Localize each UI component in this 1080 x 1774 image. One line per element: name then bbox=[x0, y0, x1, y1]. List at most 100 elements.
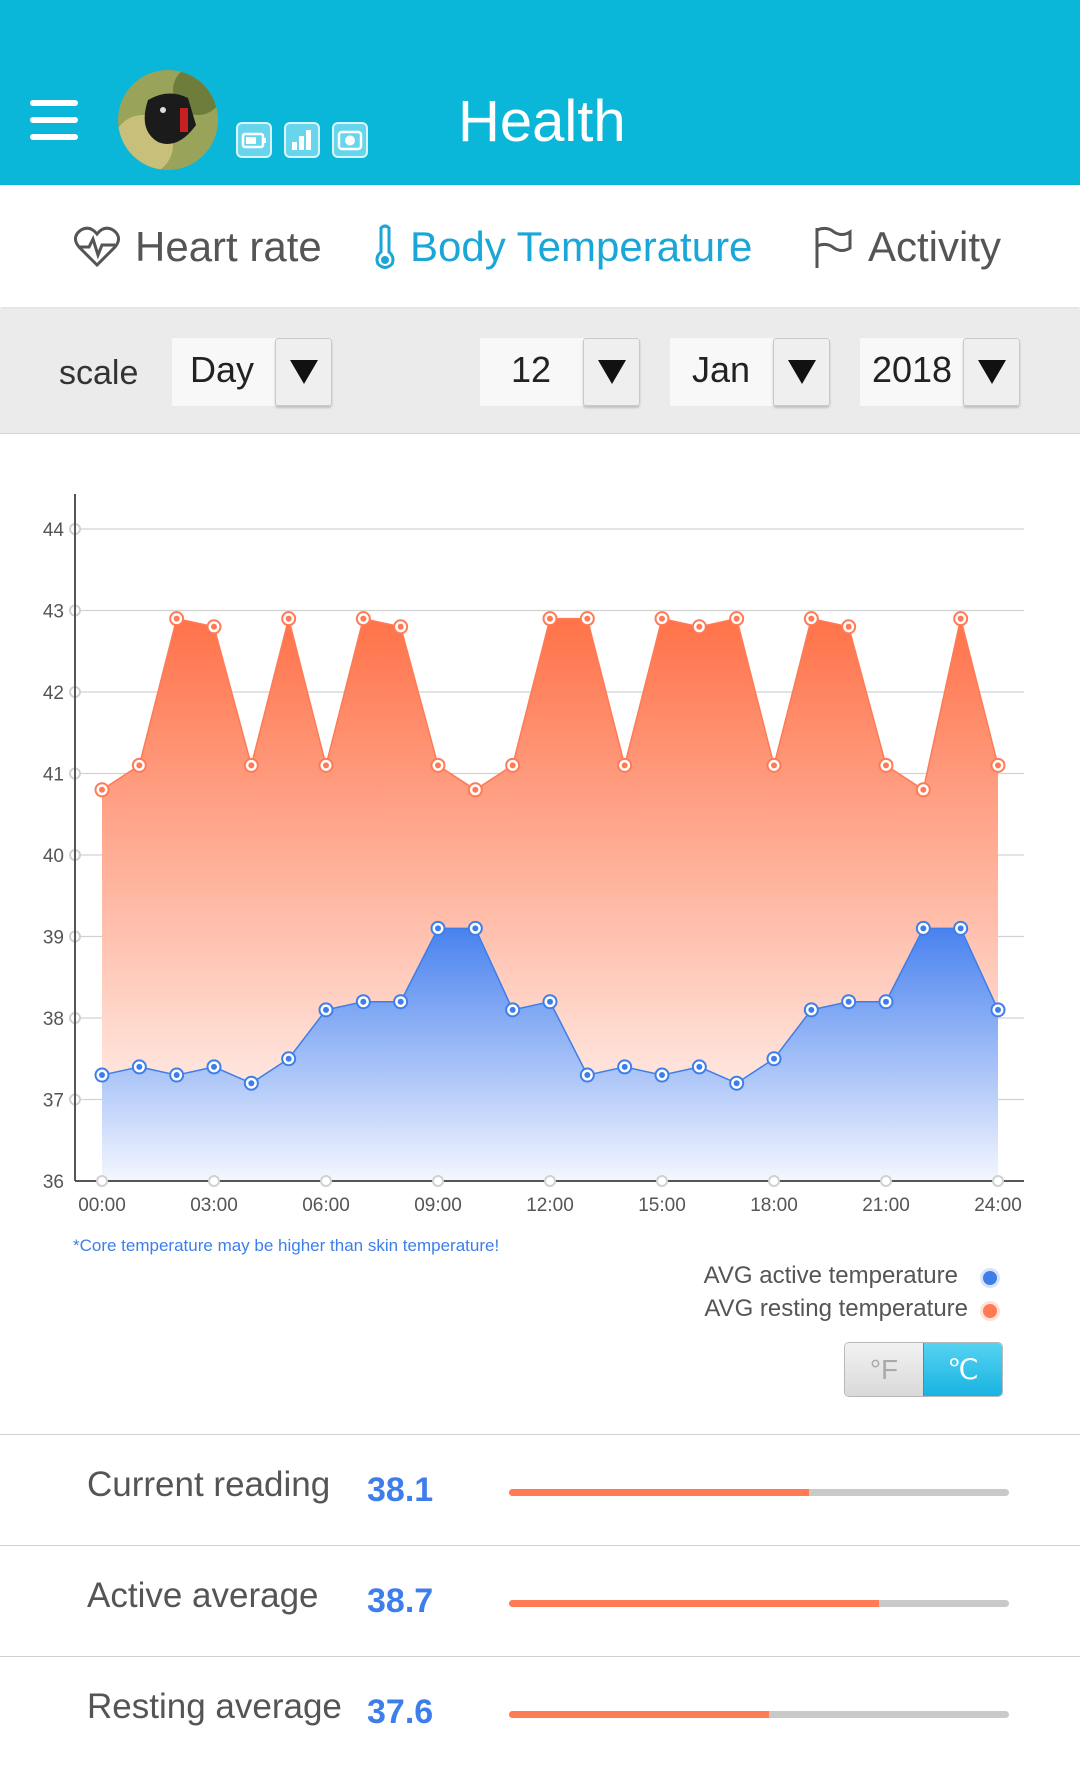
camera-icon[interactable] bbox=[332, 122, 368, 158]
active-point-dot bbox=[248, 1080, 255, 1087]
active-point-dot bbox=[472, 925, 479, 932]
x-tick-label: 09:00 bbox=[414, 1195, 462, 1216]
active-point-dot bbox=[995, 1006, 1001, 1013]
stat-value: 38.7 bbox=[367, 1582, 434, 1620]
stat-value: 37.6 bbox=[367, 1693, 434, 1731]
scale-label: scale bbox=[59, 354, 139, 392]
resting-point-dot bbox=[920, 786, 927, 793]
active-point-dot bbox=[659, 1072, 665, 1079]
signal-icon[interactable] bbox=[284, 122, 320, 158]
y-tick-label: 41 bbox=[43, 765, 64, 786]
resting-point-dot bbox=[621, 762, 628, 769]
x-tick-label: 12:00 bbox=[526, 1195, 574, 1216]
resting-point-dot bbox=[659, 615, 665, 622]
y-tick-label: 36 bbox=[43, 1172, 64, 1193]
year-value: 2018 bbox=[871, 349, 953, 390]
avatar[interactable] bbox=[118, 70, 218, 170]
active-point-dot bbox=[920, 925, 927, 932]
chevron-down-icon[interactable] bbox=[963, 338, 1020, 406]
flag-icon bbox=[815, 226, 852, 268]
unit-toggle[interactable]: °F ℃ bbox=[844, 1342, 1003, 1397]
active-point-dot bbox=[323, 1006, 329, 1013]
legend-item-resting: AVG resting temperature bbox=[704, 1295, 968, 1322]
tab-activity[interactable]: Activity bbox=[812, 223, 1001, 271]
x-tick-label: 03:00 bbox=[190, 1195, 238, 1216]
resting-point-dot bbox=[173, 615, 180, 622]
tab-heart-rate[interactable]: Heart rate bbox=[73, 223, 322, 271]
month-select[interactable]: Jan bbox=[670, 338, 830, 406]
stat-row-resting: Resting average 37.6 bbox=[0, 1656, 1080, 1767]
resting-point-dot bbox=[360, 615, 367, 622]
resting-point-dot bbox=[733, 615, 740, 622]
resting-point-dot bbox=[99, 786, 105, 793]
tab-body-temperature[interactable]: Body Temperature bbox=[374, 223, 752, 271]
y-tick-label: 42 bbox=[43, 683, 64, 704]
legend-dot-active bbox=[983, 1271, 997, 1285]
x-tick-marker bbox=[992, 1175, 1004, 1187]
resting-point-dot bbox=[845, 623, 852, 630]
tab-bar: Heart rate Body Temperature Activity bbox=[0, 185, 1080, 307]
month-value: Jan bbox=[691, 349, 751, 390]
active-point-dot bbox=[771, 1055, 777, 1062]
resting-point-dot bbox=[435, 762, 441, 769]
year-select[interactable]: 2018 bbox=[860, 338, 1020, 406]
y-tick-label: 43 bbox=[43, 602, 64, 623]
resting-point-dot bbox=[995, 762, 1001, 769]
chevron-down-icon[interactable] bbox=[275, 338, 332, 406]
active-point-dot bbox=[136, 1063, 143, 1070]
active-point-dot bbox=[584, 1072, 591, 1079]
chart-note: *Core temperature may be higher than ski… bbox=[73, 1236, 500, 1255]
scale-value: Day bbox=[189, 349, 255, 390]
stat-progress-bar bbox=[509, 1489, 1009, 1496]
active-point-dot bbox=[397, 998, 404, 1005]
stat-row-active: Active average 38.7 bbox=[0, 1545, 1080, 1656]
resting-point-dot bbox=[771, 762, 777, 769]
x-tick-marker bbox=[432, 1175, 444, 1187]
tab-label: Body Temperature bbox=[410, 223, 753, 270]
y-tick-label: 44 bbox=[43, 520, 65, 541]
chevron-down-icon[interactable] bbox=[583, 338, 640, 406]
resting-point-dot bbox=[136, 762, 143, 769]
stat-row-current: Current reading 38.1 bbox=[0, 1434, 1080, 1545]
fahrenheit-button[interactable]: °F bbox=[845, 1343, 923, 1396]
x-tick-label: 18:00 bbox=[750, 1195, 798, 1216]
active-point-dot bbox=[733, 1080, 740, 1087]
thermometer-icon bbox=[375, 224, 395, 269]
tab-label: Activity bbox=[868, 223, 1002, 270]
x-tick-label: 24:00 bbox=[974, 1195, 1022, 1216]
scale-select[interactable]: Day bbox=[172, 338, 332, 406]
x-tick-marker bbox=[656, 1175, 668, 1187]
resting-point-dot bbox=[323, 762, 329, 769]
app-header: Health bbox=[0, 0, 1080, 185]
resting-point-dot bbox=[584, 615, 591, 622]
x-tick-label: 21:00 bbox=[862, 1195, 910, 1216]
active-point-dot bbox=[435, 925, 441, 932]
active-point-dot bbox=[696, 1063, 703, 1070]
chevron-down-icon[interactable] bbox=[773, 338, 830, 406]
resting-point-dot bbox=[808, 615, 815, 622]
battery-icon[interactable] bbox=[236, 122, 272, 158]
heart-pulse-icon bbox=[74, 226, 120, 268]
page-title: Health bbox=[458, 89, 626, 154]
active-point-dot bbox=[957, 925, 964, 932]
x-tick-marker bbox=[768, 1175, 780, 1187]
x-tick-marker bbox=[880, 1175, 892, 1187]
x-tick-label: 06:00 bbox=[302, 1195, 350, 1216]
resting-point-dot bbox=[547, 615, 553, 622]
active-point-dot bbox=[99, 1072, 105, 1079]
active-point-dot bbox=[621, 1063, 628, 1070]
stat-progress-bar bbox=[509, 1600, 1009, 1607]
y-tick-label: 38 bbox=[43, 1009, 64, 1030]
day-select[interactable]: 12 bbox=[480, 338, 640, 406]
stat-label: Resting average bbox=[87, 1687, 342, 1726]
active-point-dot bbox=[883, 998, 889, 1005]
resting-point-dot bbox=[509, 762, 516, 769]
stat-label: Active average bbox=[87, 1576, 319, 1615]
hamburger-icon[interactable] bbox=[30, 100, 78, 140]
x-tick-marker bbox=[208, 1175, 220, 1187]
resting-point-dot bbox=[248, 762, 255, 769]
celsius-button[interactable]: ℃ bbox=[923, 1343, 1002, 1396]
active-point-dot bbox=[211, 1063, 217, 1070]
resting-point-dot bbox=[472, 786, 479, 793]
active-point-dot bbox=[285, 1055, 292, 1062]
